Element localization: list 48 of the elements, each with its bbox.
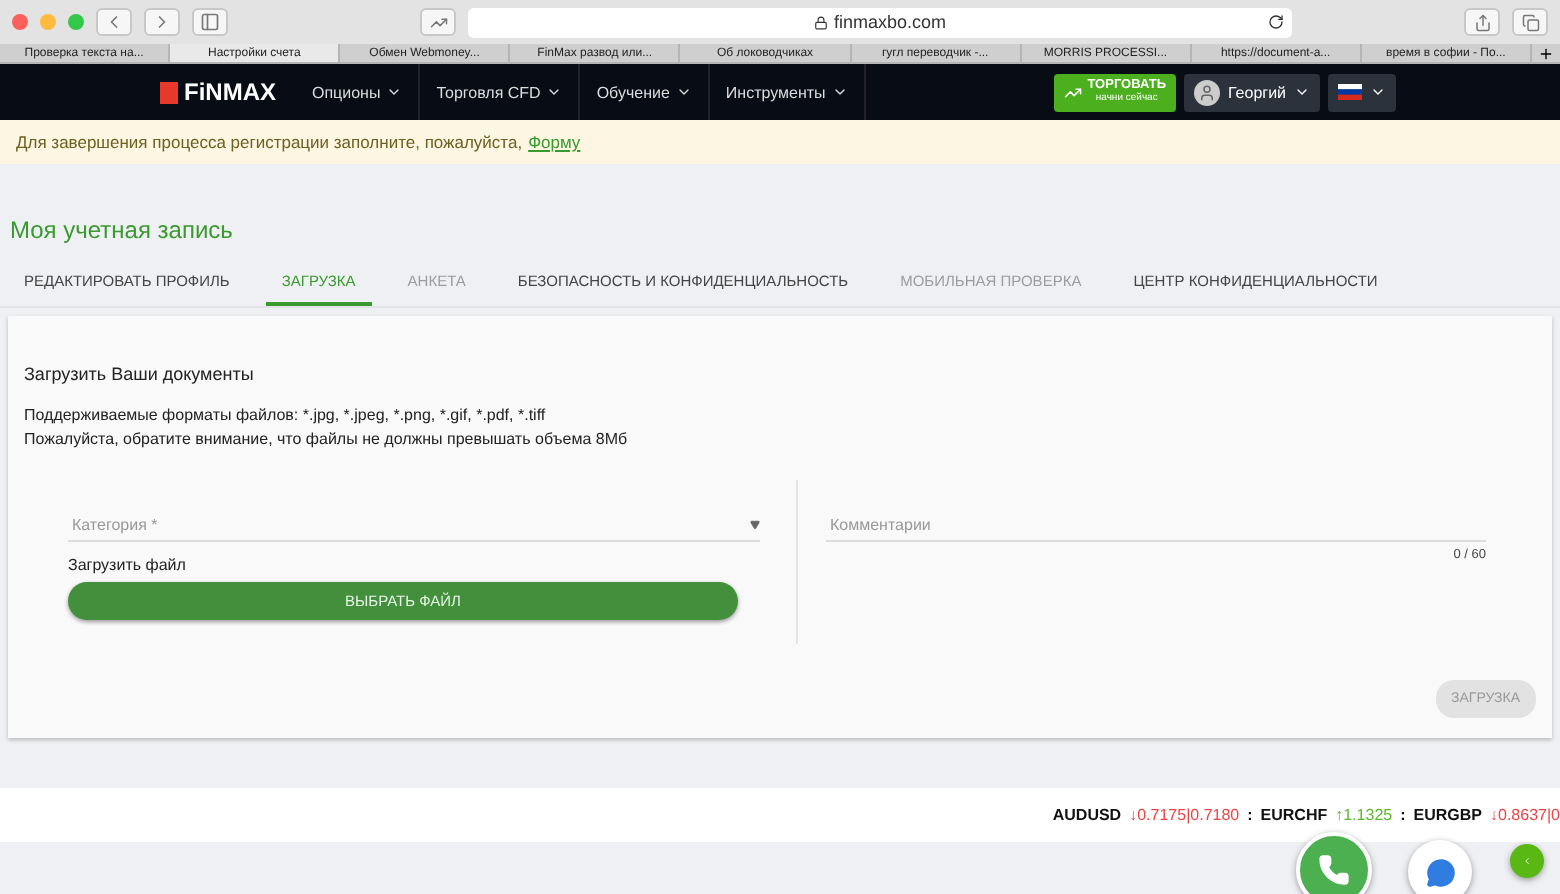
chevron-down-icon [831,84,848,100]
chevron-down-icon [546,84,563,100]
file-label: Загрузить файл [68,556,188,574]
phone-button[interactable] [1296,832,1372,894]
avatar-icon [1194,79,1220,105]
info-text: Поддерживаемые форматы файлов: *.jpg, *.jpeg, *.png, *.gif, *.pdf, *.tiff [24,404,548,428]
chart-icon [429,13,447,31]
currency-symbol: EURGBP [1413,806,1482,824]
price-value: ↓0.7175|0.7180 [1129,806,1240,824]
chevron-down-icon [1294,84,1310,100]
chat-icon [1425,857,1455,887]
info-text: Пожалуйста, обратите внимание, что файлы не должны превышать объема 8Мб [24,428,630,452]
notice-text: Для завершения процесса регистрации заполните, пожалуйста, [16,132,523,152]
sidebar-button[interactable] [192,8,228,36]
tabs-button[interactable] [1512,8,1548,36]
chat-button[interactable] [1408,840,1472,894]
chart-icon [1063,83,1082,101]
price-value: ↓0.8637|0 [1490,806,1560,824]
address-field[interactable]: finmaxbo.com [468,7,1292,37]
chevron-down-icon [1370,84,1386,100]
page-title: Моя учетная запись [10,216,235,244]
separator: : [1400,806,1406,824]
currency-symbol: AUDUSD [1052,806,1122,824]
chevron-down-icon [675,84,692,100]
user-menu[interactable]: Георгий [1184,73,1320,111]
close-icon[interactable] [12,14,28,30]
sidebar-icon [200,12,220,32]
currency-symbol: EURCHF [1260,806,1328,824]
tabs-icon [1521,13,1539,31]
section-heading: Загрузить Ваши документы [24,364,256,384]
share-icon [1473,13,1491,31]
phone-icon [1318,854,1350,886]
url-text: finmaxbo.com [833,12,947,32]
chevron-down-icon [386,84,403,100]
forward-button[interactable] [144,8,180,36]
extension-button[interactable] [420,8,456,36]
flag-icon [1338,84,1362,100]
language-menu[interactable] [1328,73,1396,111]
back-button[interactable] [96,8,132,36]
price-value: ↑1.1325 [1335,806,1393,824]
share-button[interactable] [1464,8,1500,36]
dropdown-icon [750,519,760,529]
collapse-button[interactable] [1510,844,1544,878]
new-tab-icon[interactable] [1537,46,1554,62]
reload-icon[interactable] [1268,14,1284,30]
separator: : [1247,806,1253,824]
logo[interactable]: FiNMAX [160,78,276,106]
lock-icon [813,15,828,29]
